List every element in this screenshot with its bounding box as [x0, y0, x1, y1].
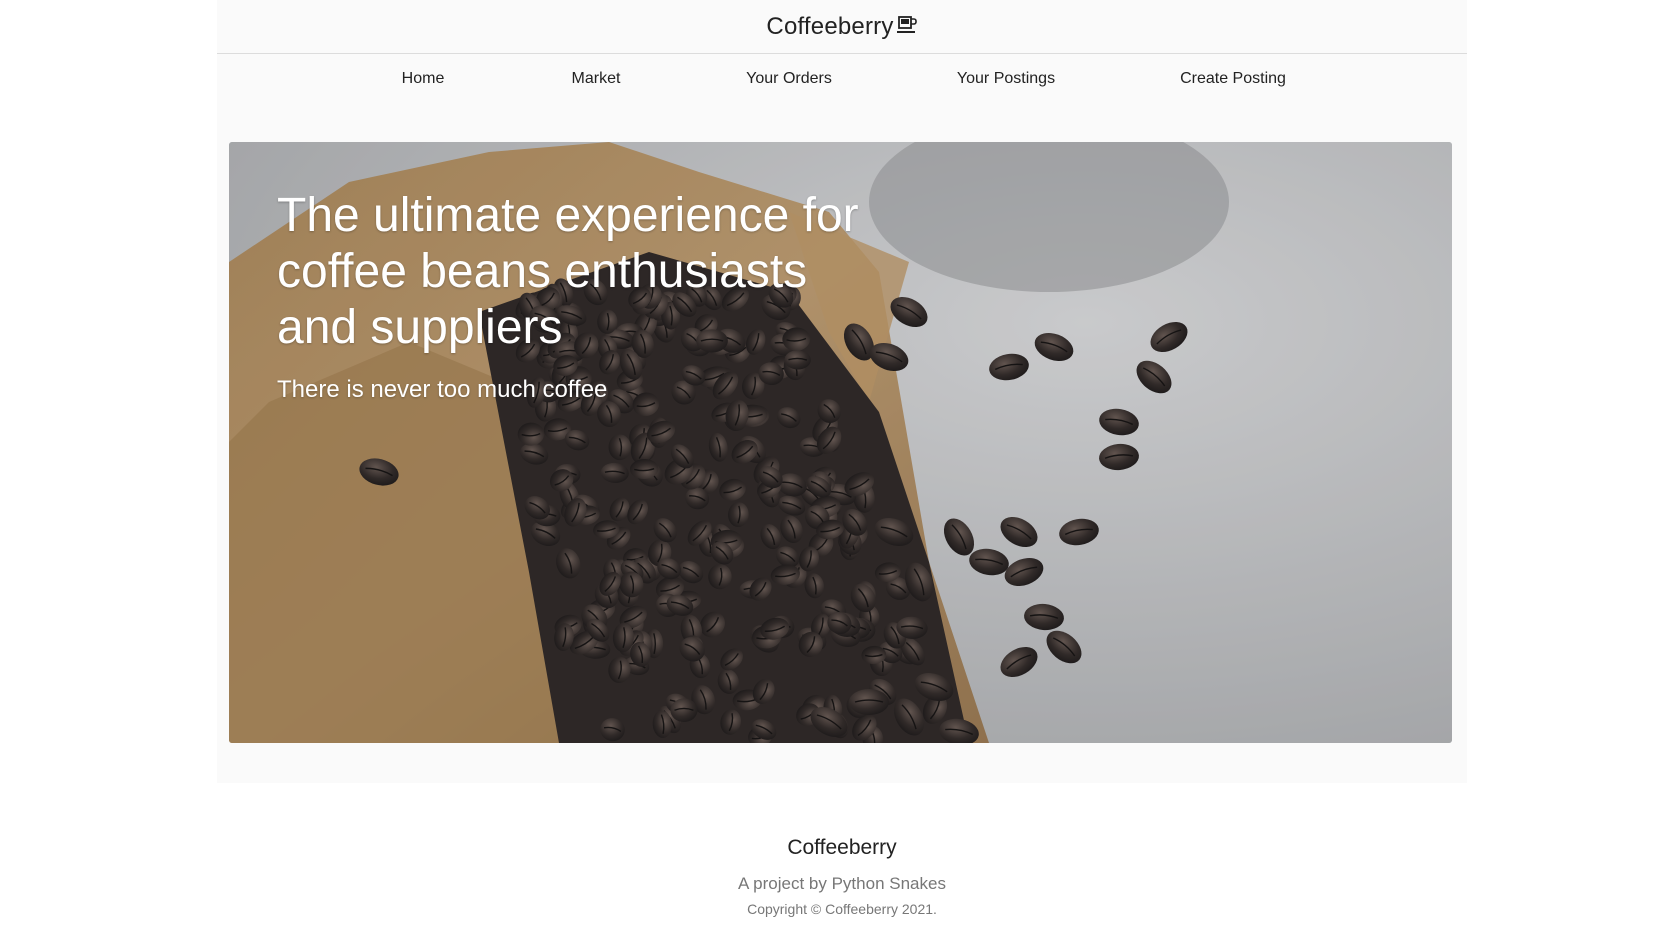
page-container: Coffeeberry Home Market Your Orders Your…: [217, 0, 1467, 945]
main-nav: Home Market Your Orders Your Postings Cr…: [217, 54, 1467, 104]
nav-create-posting[interactable]: Create Posting: [1180, 70, 1286, 88]
brand-link[interactable]: Coffeeberry: [766, 13, 917, 41]
top-header: Coffeeberry: [217, 0, 1467, 54]
nav-your-postings[interactable]: Your Postings: [957, 70, 1055, 88]
hero-subtitle: There is never too much coffee: [277, 376, 608, 403]
hero-banner: The ultimate experience for coffee beans…: [229, 142, 1452, 743]
coffee-cup-icon: [896, 15, 917, 33]
brand-name: Coffeeberry: [766, 12, 894, 40]
hero-title: The ultimate experience for coffee beans…: [277, 189, 859, 354]
nav-your-orders[interactable]: Your Orders: [746, 70, 832, 88]
footer-title: Coffeeberry: [787, 836, 897, 859]
footer-copyright: Copyright © Coffeeberry 2021.: [747, 901, 937, 917]
nav-home[interactable]: Home: [402, 70, 445, 88]
footer-subtitle: A project by Python Snakes: [738, 874, 946, 893]
page-footer: Coffeeberry A project by Python Snakes C…: [217, 783, 1467, 945]
nav-market[interactable]: Market: [572, 70, 621, 88]
